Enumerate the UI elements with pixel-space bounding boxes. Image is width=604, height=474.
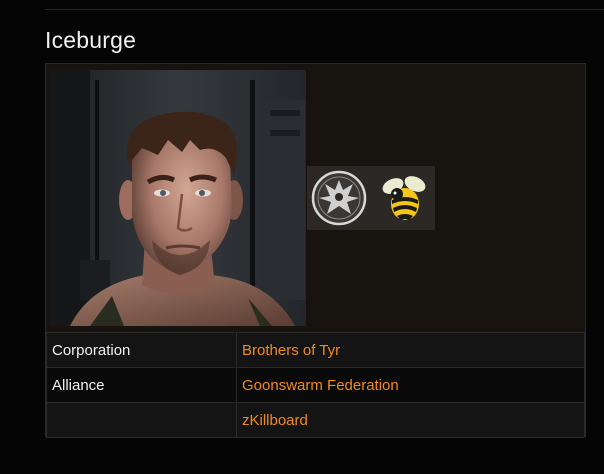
table-row: zKillboard bbox=[46, 402, 585, 438]
corporation-label: Corporation bbox=[46, 332, 237, 368]
details-table: Corporation Brothers of Tyr Alliance Goo… bbox=[46, 332, 585, 438]
bee-icon[interactable] bbox=[371, 166, 435, 230]
alliance-label: Alliance bbox=[46, 367, 237, 403]
affiliation-logos bbox=[307, 166, 435, 230]
top-divider bbox=[45, 9, 604, 10]
character-portrait[interactable] bbox=[50, 70, 306, 326]
phoenix-emblem-icon[interactable] bbox=[307, 166, 371, 230]
alliance-link[interactable]: Goonswarm Federation bbox=[242, 377, 399, 394]
media-panel bbox=[46, 64, 585, 332]
table-row: Alliance Goonswarm Federation bbox=[46, 367, 585, 403]
corporation-link[interactable]: Brothers of Tyr bbox=[242, 342, 340, 359]
zkillboard-link[interactable]: zKillboard bbox=[242, 412, 308, 429]
character-card: Corporation Brothers of Tyr Alliance Goo… bbox=[45, 63, 586, 438]
table-row: Corporation Brothers of Tyr bbox=[46, 332, 585, 368]
character-name: Iceburge bbox=[45, 27, 137, 53]
empty-label bbox=[46, 402, 237, 438]
